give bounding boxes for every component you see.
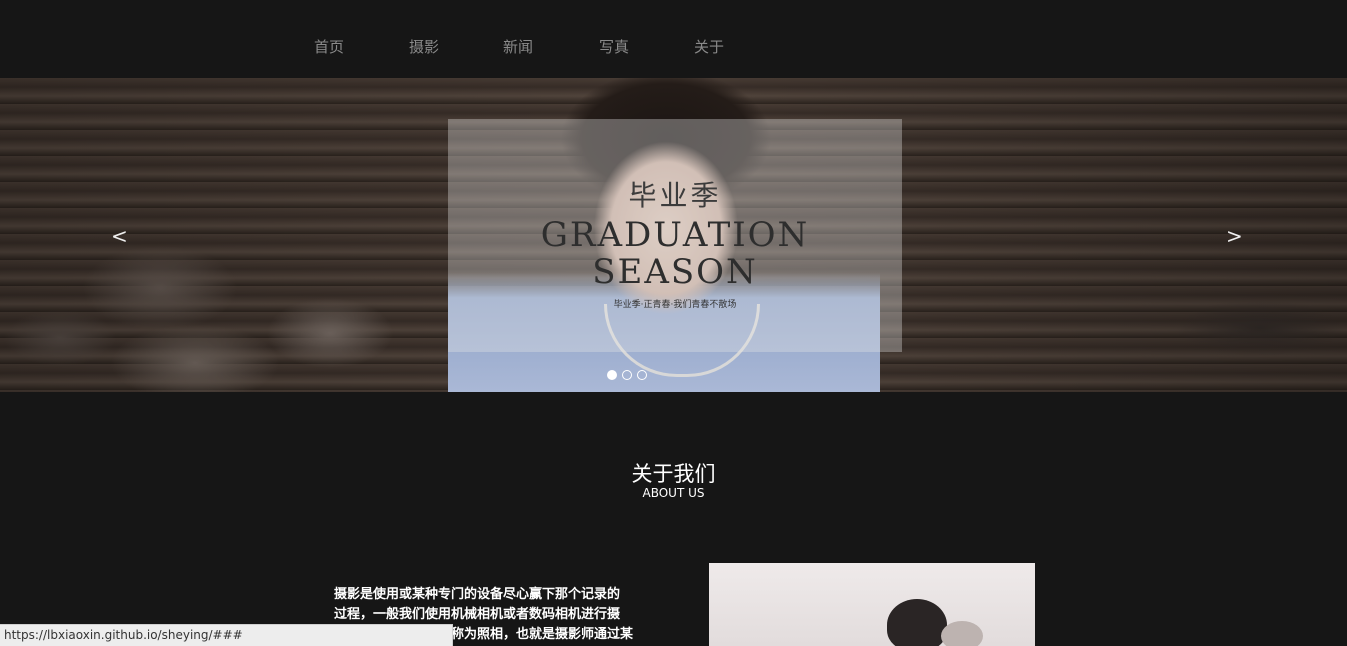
about-text-line: 摄影是使用或某种专门的设备尽心赢下那个记录的 xyxy=(334,587,621,602)
hero-caption-cn: 毕业季 xyxy=(628,179,722,212)
nav-item-news[interactable]: 新闻 xyxy=(503,36,533,57)
browser-status-url: https://lbxiaoxin.github.io/sheying/### xyxy=(0,624,453,646)
about-subtitle: ABOUT US xyxy=(642,486,705,500)
about-photo xyxy=(709,563,1035,646)
carousel-dot-3[interactable] xyxy=(637,370,647,380)
carousel-prev-arrow-icon[interactable]: < xyxy=(111,224,128,248)
hero-carousel: 毕业季 GRADUATION SEASON 毕业季·正青春·我们青春不散场 < … xyxy=(0,78,1347,392)
hero-caption-en-line1: GRADUATION xyxy=(540,215,810,255)
carousel-dot-2[interactable] xyxy=(622,370,632,380)
nav-item-about[interactable]: 关于 xyxy=(694,36,724,57)
top-navigation: 首页 摄影 新闻 写真 关于 xyxy=(0,0,1347,78)
about-text-line: 过程，一般我们使用机械相机或者数码相机进行摄 xyxy=(334,607,621,622)
about-photo-hand xyxy=(941,621,983,646)
about-photo-subject xyxy=(887,599,947,646)
hero-caption-en-line2: SEASON xyxy=(592,252,758,292)
nav-item-photography[interactable]: 摄影 xyxy=(409,36,439,57)
hero-caption-small: 毕业季·正青春·我们青春不散场 xyxy=(613,300,737,310)
nav-item-home[interactable]: 首页 xyxy=(314,36,344,57)
carousel-next-arrow-icon[interactable]: > xyxy=(1226,224,1243,248)
carousel-dot-1[interactable] xyxy=(607,370,617,380)
about-title: 关于我们 xyxy=(631,462,716,486)
carousel-indicators xyxy=(607,370,647,380)
hero-caption-box: 毕业季 GRADUATION SEASON 毕业季·正青春·我们青春不散场 xyxy=(448,119,902,352)
nav-item-portrait[interactable]: 写真 xyxy=(599,36,629,57)
